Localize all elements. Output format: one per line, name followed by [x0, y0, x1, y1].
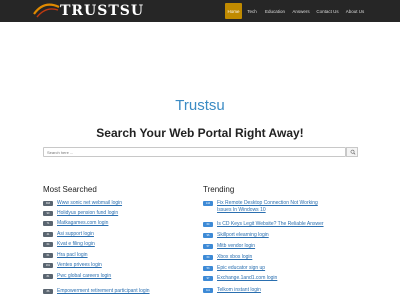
count-badge: 111	[203, 287, 213, 293]
list-item: 41 Asi support login	[43, 229, 94, 239]
search-icon	[350, 149, 356, 155]
logo-text: TRUSTSU	[60, 3, 145, 19]
list-item-continuation: Issues In Windows 10	[217, 205, 266, 215]
count-badge: 64	[43, 241, 53, 247]
list-item-link[interactable]: Pwc global careers login	[57, 273, 111, 279]
list-item: 97 Exchange.1and1.com login	[203, 273, 277, 283]
list-item-link[interactable]: Exchange.1and1.com login	[217, 275, 277, 281]
most-searched-heading: Most Searched	[43, 185, 97, 194]
count-badge: 71	[43, 220, 53, 226]
logo-swoosh-icon	[33, 3, 60, 18]
nav-education[interactable]: Education	[262, 3, 288, 19]
count-badge: 41	[43, 231, 53, 237]
count-badge: 144	[203, 200, 213, 206]
nav-about-us[interactable]: About Us	[343, 3, 367, 19]
list-item-link[interactable]: Ventes privees login	[57, 262, 102, 268]
list-item: 81 Pwc global careers login	[43, 271, 111, 281]
hero-subtitle: Search Your Web Portal Right Away!	[96, 126, 304, 140]
count-badge: 86	[43, 288, 53, 294]
list-item: 60 Is CD Keys Legit Website? The Reliabl…	[203, 219, 324, 229]
count-badge: 57	[203, 243, 213, 249]
list-item-link[interactable]: Issues In Windows 10	[217, 207, 266, 213]
list-item-link[interactable]: Epic educator sign up	[217, 265, 265, 271]
count-badge: 97	[203, 275, 213, 281]
site-logo[interactable]: TRUSTSU	[32, 1, 143, 21]
count-badge: 161	[43, 262, 53, 268]
count-badge: 53	[203, 265, 213, 271]
trending-heading: Trending	[203, 185, 235, 194]
list-item: 60 Xbox xbos login	[203, 252, 252, 262]
list-item: 61 Hra pacl login	[43, 250, 88, 260]
list-item-link[interactable]: Xbox xbos login	[217, 254, 252, 260]
list-item-link[interactable]: Kvat e filing login	[57, 241, 95, 247]
count-badge: 96	[203, 232, 213, 238]
list-item-link[interactable]: Is CD Keys Legit Website? The Reliable A…	[217, 221, 324, 227]
list-item: 71 Matkagames.com login	[43, 218, 108, 228]
search-button[interactable]	[346, 147, 358, 157]
count-badge: 60	[203, 221, 213, 227]
search-input[interactable]	[43, 147, 346, 157]
list-item: 90 Holidyus pension fund login	[43, 208, 118, 218]
list-item: 57 Mitb vendor login	[203, 241, 255, 251]
nav-tech[interactable]: Tech	[245, 3, 259, 19]
list-item: 64 Kvat e filing login	[43, 239, 95, 249]
count-badge: 81	[43, 273, 53, 279]
list-item-link[interactable]: Skillport elearning login	[217, 232, 269, 238]
list-item-link[interactable]: Asi support login	[57, 231, 94, 237]
count-badge: 60	[203, 254, 213, 260]
list-item: 393 Www sonic net webmail login	[43, 198, 122, 208]
list-item-link[interactable]: Hra pacl login	[57, 252, 88, 258]
nav-home[interactable]: Home	[225, 3, 242, 19]
list-item-link[interactable]: Empowerment retirement participant login	[57, 288, 150, 294]
list-item: 86 Empowerment retirement participant lo…	[43, 286, 150, 296]
list-item-link[interactable]: Matkagames.com login	[57, 220, 108, 226]
list-item-link[interactable]: Mitb vendor login	[217, 243, 255, 249]
list-item: 161 Ventes privees login	[43, 260, 102, 270]
list-item: 53 Epic educator sign up	[203, 263, 265, 273]
count-badge: 393	[43, 200, 53, 206]
list-item-link[interactable]: Www sonic net webmail login	[57, 200, 122, 206]
count-badge: 90	[43, 210, 53, 216]
list-item-link[interactable]: Holidyus pension fund login	[57, 210, 118, 216]
list-item: 96 Skillport elearning login	[203, 230, 269, 240]
hero-title: Trustsu	[175, 97, 225, 114]
top-navbar: TRUSTSU Home Tech Education Answers Cont…	[0, 0, 400, 22]
nav-answers[interactable]: Answers	[291, 3, 311, 19]
count-badge: 61	[43, 252, 53, 258]
nav-contact-us[interactable]: Contact Us	[314, 3, 341, 19]
list-item: 111 Telkom instant login	[203, 285, 261, 295]
list-item-link[interactable]: Telkom instant login	[217, 287, 261, 293]
